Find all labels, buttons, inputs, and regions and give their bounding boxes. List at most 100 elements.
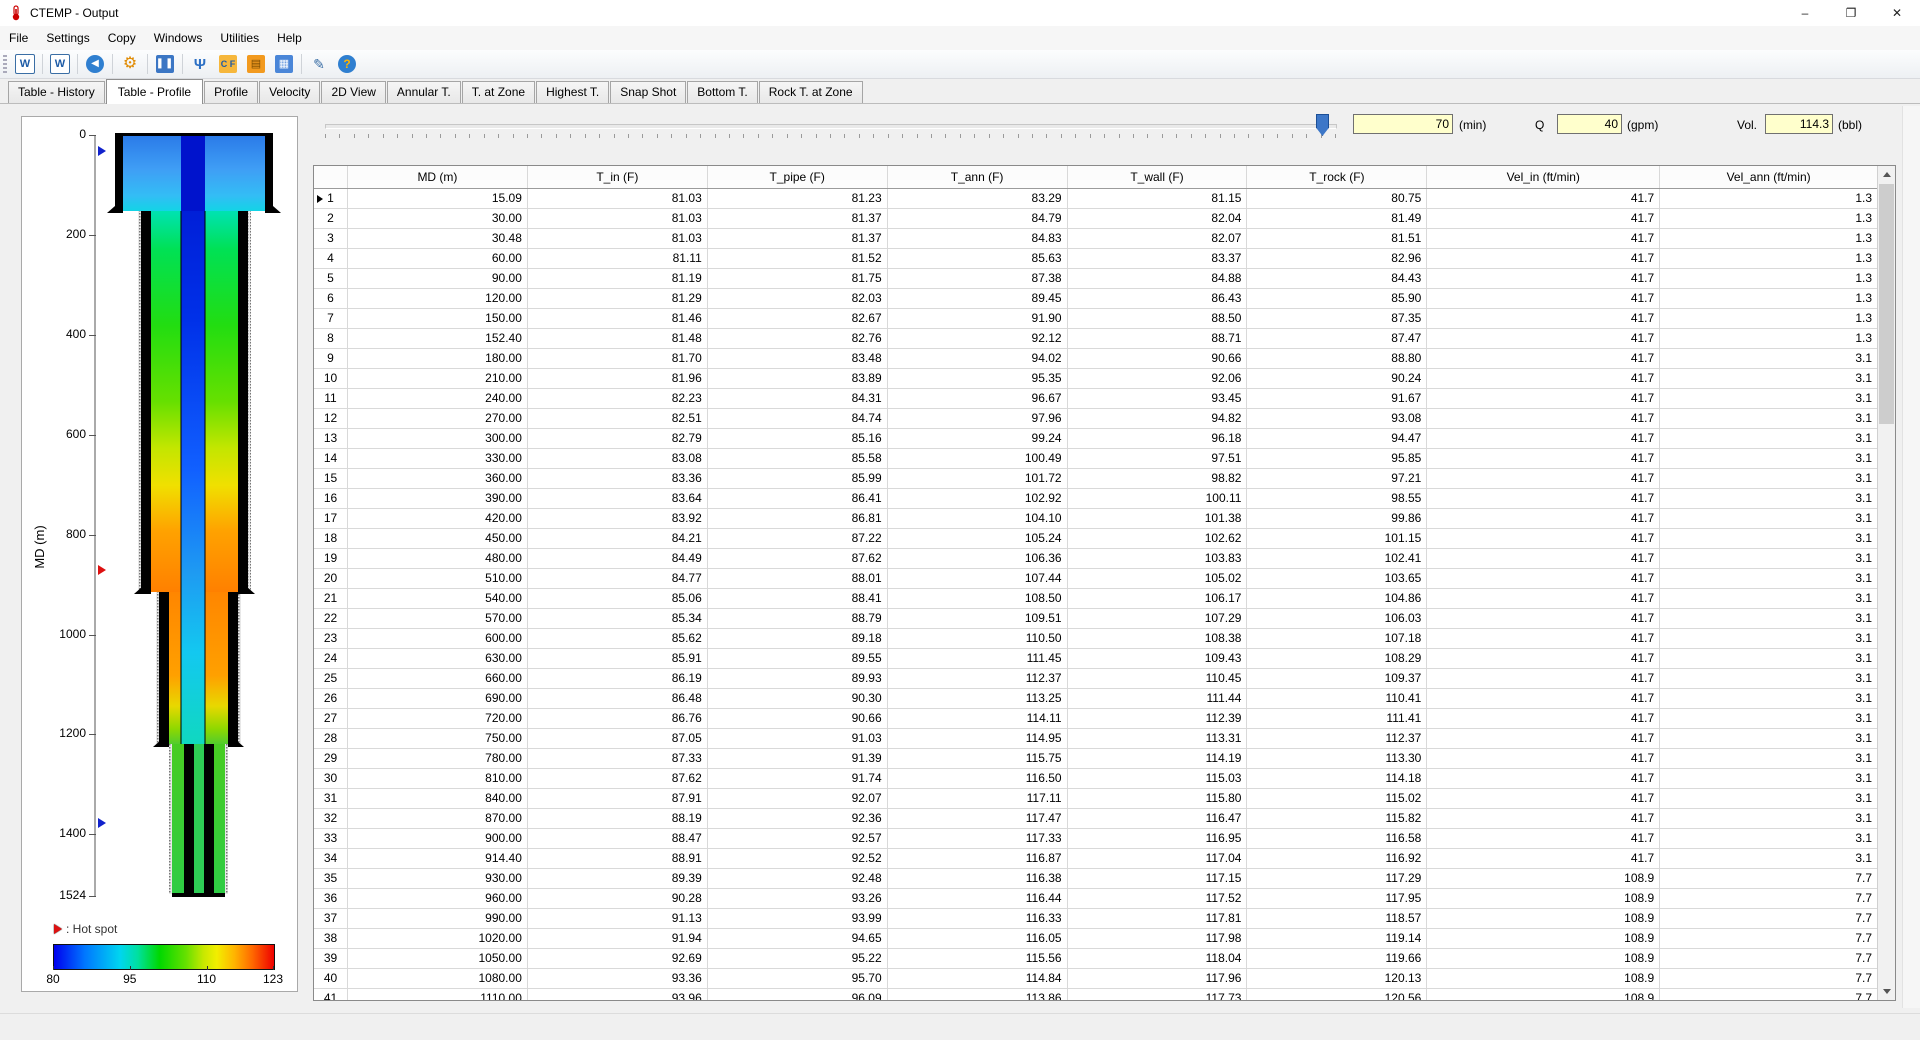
column-header[interactable]: T_in (F) — [528, 166, 708, 188]
time-slider-thumb[interactable] — [1316, 114, 1329, 136]
table-row[interactable]: 26 690.00 86.48 90.30 113.25 111.44 110.41 … — [314, 689, 1877, 709]
menu-item[interactable]: Settings — [37, 28, 98, 48]
colorbar-tick-label: 123 — [262, 972, 284, 986]
tab[interactable]: Table - History — [8, 81, 105, 103]
table-row[interactable]: 25 660.00 86.19 89.93 112.37 110.45 109.37 … — [314, 669, 1877, 689]
table-row[interactable]: 13 300.00 82.79 85.16 99.24 96.18 94.47 41.… — [314, 429, 1877, 449]
time-field[interactable] — [1353, 114, 1453, 134]
table-row[interactable]: 16 390.00 83.64 86.41 102.92 100.11 98.55 4… — [314, 489, 1877, 509]
tab[interactable]: Bottom T. — [687, 81, 758, 103]
table-row[interactable]: 3 30.48 81.03 81.37 84.83 82.07 81.51 41.7 1… — [314, 229, 1877, 249]
table-row[interactable]: 20 510.00 84.77 88.01 107.44 105.02 103.65 … — [314, 569, 1877, 589]
menu-item[interactable]: File — [0, 28, 37, 48]
calculator-icon[interactable]: ▦ — [271, 52, 297, 76]
column-header[interactable] — [314, 166, 348, 188]
table-row[interactable]: 30 810.00 87.62 91.74 116.50 115.03 114.18 … — [314, 769, 1877, 789]
ruler-icon[interactable]: ▤ — [243, 52, 269, 76]
table-scrollbar[interactable] — [1877, 166, 1895, 1000]
tab[interactable]: Rock T. at Zone — [758, 81, 863, 103]
minimize-button[interactable]: – — [1782, 0, 1828, 26]
menu-item[interactable]: Windows — [145, 28, 212, 48]
table-row[interactable]: 28 750.00 87.05 91.03 114.95 113.31 112.37 … — [314, 729, 1877, 749]
movie-icon[interactable]: ❚❚ — [152, 52, 178, 76]
table-row[interactable]: 31 840.00 87.91 92.07 117.11 115.80 115.02 … — [314, 789, 1877, 809]
table-row[interactable]: 29 780.00 87.33 91.39 115.75 114.19 113.30 … — [314, 749, 1877, 769]
scroll-down-button[interactable] — [1878, 983, 1895, 1000]
tab[interactable]: T. at Zone — [461, 81, 536, 103]
column-header[interactable]: Vel_ann (ft/min) — [1660, 166, 1877, 188]
column-header[interactable]: T_pipe (F) — [708, 166, 888, 188]
table-row[interactable]: 4 60.00 81.11 81.52 85.63 83.37 82.96 41.7 1… — [314, 249, 1877, 269]
table-row[interactable]: 12 270.00 82.51 84.74 97.96 94.82 93.08 41.… — [314, 409, 1877, 429]
menu-item[interactable]: Copy — [99, 28, 145, 48]
table-row[interactable]: 36 960.00 90.28 93.26 116.44 117.52 117.95 … — [314, 889, 1877, 909]
table-row[interactable]: 24 630.00 85.91 89.55 111.45 109.43 108.29 … — [314, 649, 1877, 669]
time-slider-track[interactable] — [325, 124, 1337, 129]
close-button[interactable]: ✕ — [1874, 0, 1920, 26]
flow-rate-label: Q — [1535, 118, 1545, 132]
table-row[interactable]: 9 180.00 81.70 83.48 94.02 90.66 88.80 41.7… — [314, 349, 1877, 369]
maximize-button[interactable]: ❐ — [1828, 0, 1874, 26]
table-row[interactable]: 23 600.00 85.62 89.18 110.50 108.38 107.18 … — [314, 629, 1877, 649]
window-scroll-strip[interactable] — [1902, 106, 1920, 1008]
tab[interactable]: Annular T. — [386, 81, 461, 103]
column-header[interactable]: T_rock (F) — [1247, 166, 1428, 188]
row-number-cell: 34 — [314, 849, 348, 869]
tab[interactable]: Velocity — [259, 81, 321, 103]
table-row[interactable]: 35 930.00 89.39 92.48 116.38 117.15 117.29 … — [314, 869, 1877, 889]
tab[interactable]: Snap Shot — [610, 81, 687, 103]
md-tick-label: 1400 — [59, 826, 86, 841]
column-header[interactable]: T_wall (F) — [1068, 166, 1248, 188]
table-row[interactable]: 1 15.09 81.03 81.23 83.29 81.15 80.75 41.7 1… — [314, 189, 1877, 209]
table-row[interactable]: 5 90.00 81.19 81.75 87.38 84.88 84.43 41.7 1… — [314, 269, 1877, 289]
tab[interactable]: Highest T. — [536, 81, 610, 103]
table-row[interactable]: 40 1080.00 93.36 95.70 114.84 117.96 120.13… — [314, 969, 1877, 989]
row-number-cell: 18 — [314, 529, 348, 549]
table-row[interactable]: 39 1050.00 92.69 95.22 115.56 118.04 119.66… — [314, 949, 1877, 969]
help-icon[interactable]: ? — [334, 52, 360, 76]
notes-icon[interactable]: ✎ — [306, 52, 332, 76]
export-report-word-icon[interactable]: W — [12, 52, 38, 76]
table-row[interactable]: 15 360.00 83.36 85.99 101.72 98.82 97.21 41… — [314, 469, 1877, 489]
table-row[interactable]: 21 540.00 85.06 88.41 108.50 106.17 104.86 … — [314, 589, 1877, 609]
export-table-word-icon[interactable]: W — [47, 52, 73, 76]
table-row[interactable]: 32 870.00 88.19 92.36 117.47 116.47 115.82 … — [314, 809, 1877, 829]
menu-item[interactable]: Utilities — [211, 28, 268, 48]
table-row[interactable]: 41 1110.00 93.96 96.09 113.86 117.73 120.56… — [314, 989, 1877, 1000]
table-row[interactable]: 37 990.00 91.13 93.99 116.33 117.81 118.57 … — [314, 909, 1877, 929]
playback-icon[interactable]: ◀ — [82, 52, 108, 76]
menu-item[interactable]: Help — [268, 28, 311, 48]
table-row[interactable]: 2 30.00 81.03 81.37 84.79 82.04 81.49 41.7 1… — [314, 209, 1877, 229]
flow-rate-field[interactable] — [1557, 114, 1622, 134]
hot-spot-legend-label: : Hot spot — [66, 922, 118, 936]
table-row[interactable]: 11 240.00 82.23 84.31 96.67 93.45 91.67 41.… — [314, 389, 1877, 409]
table-row[interactable]: 22 570.00 85.34 88.79 109.51 107.29 106.03 … — [314, 609, 1877, 629]
scroll-up-button[interactable] — [1878, 166, 1895, 183]
column-header[interactable]: MD (m) — [348, 166, 528, 188]
table-row[interactable]: 38 1020.00 91.94 94.65 116.05 117.98 119.14… — [314, 929, 1877, 949]
tab[interactable]: Table - Profile — [105, 79, 204, 104]
scrollbar-thumb[interactable] — [1879, 184, 1894, 424]
column-header[interactable]: Vel_in (ft/min) — [1427, 166, 1661, 188]
settings-gear-icon[interactable]: ⚙ — [117, 52, 143, 76]
well-schematic: MD (m) — [32, 133, 281, 897]
table-row[interactable]: 17 420.00 83.92 86.81 104.10 101.38 99.86 4… — [314, 509, 1877, 529]
table-row[interactable]: 10 210.00 81.96 83.89 95.35 92.06 90.24 41.… — [314, 369, 1877, 389]
table-row[interactable]: 19 480.00 84.49 87.62 106.36 103.83 102.41 … — [314, 549, 1877, 569]
table-row[interactable]: 27 720.00 86.76 90.66 114.11 112.39 111.41 … — [314, 709, 1877, 729]
md-tick-label: 200 — [65, 226, 86, 241]
tab[interactable]: 2D View — [321, 81, 386, 103]
table-row[interactable]: 7 150.00 81.46 82.67 91.90 88.50 87.35 41.7… — [314, 309, 1877, 329]
wellbore-icon[interactable]: Ψ — [187, 52, 213, 76]
table-row[interactable]: 34 914.40 88.91 92.52 116.87 117.04 116.92 … — [314, 849, 1877, 869]
row-number-cell: 20 — [314, 569, 348, 589]
unit-converter-icon[interactable]: C F — [215, 52, 241, 76]
table-row[interactable]: 14 330.00 83.08 85.58 100.49 97.51 95.85 41… — [314, 449, 1877, 469]
volume-field[interactable] — [1765, 114, 1833, 134]
table-row[interactable]: 18 450.00 84.21 87.22 105.24 102.62 101.15 … — [314, 529, 1877, 549]
table-row[interactable]: 8 152.40 81.48 82.76 92.12 88.71 87.47 41.7… — [314, 329, 1877, 349]
table-row[interactable]: 6 120.00 81.29 82.03 89.45 86.43 85.90 41.7… — [314, 289, 1877, 309]
column-header[interactable]: T_ann (F) — [888, 166, 1068, 188]
table-row[interactable]: 33 900.00 88.47 92.57 117.33 116.95 116.58 … — [314, 829, 1877, 849]
tab[interactable]: Profile — [204, 81, 259, 103]
